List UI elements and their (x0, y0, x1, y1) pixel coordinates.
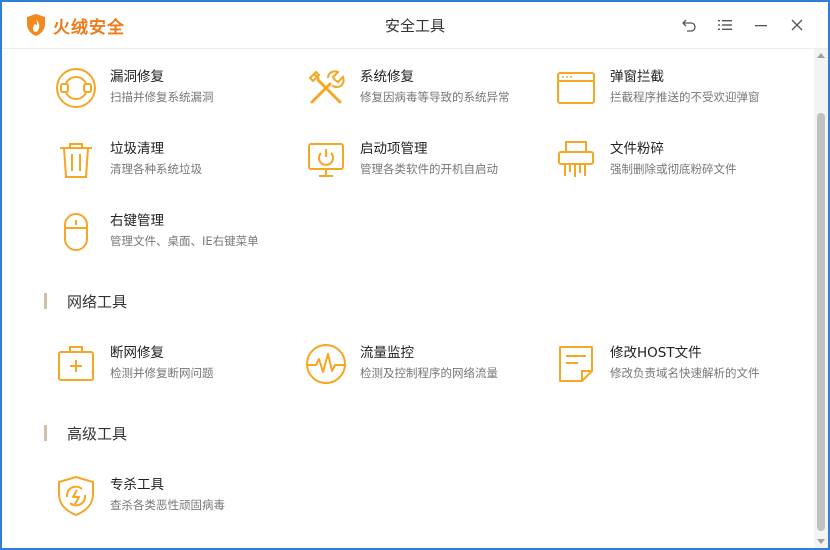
tool-description: 查杀各类恶性顽固病毒 (110, 498, 225, 512)
tool-name: 启动项管理 (360, 141, 428, 157)
tool-name: 系统修复 (360, 69, 414, 85)
popup-window-icon (557, 72, 595, 104)
tool-name: 修改HOST文件 (610, 345, 702, 361)
close-button[interactable] (787, 15, 807, 35)
vulnerability-icon (56, 68, 96, 108)
pulse-gauge-icon (306, 344, 346, 384)
tool-name: 流量监控 (360, 345, 414, 361)
tool-description: 拦截程序推送的不受欢迎弹窗 (610, 90, 760, 104)
tool-name: 右键管理 (110, 213, 164, 229)
tool-description: 修改负责域名快速解析的文件 (610, 366, 760, 380)
tool-description: 管理文件、桌面、IE右键菜单 (110, 234, 259, 248)
mouse-icon (64, 213, 88, 251)
monitor-power-icon (308, 143, 344, 177)
shield-bolt-icon (58, 476, 94, 516)
undo-arrow-icon (682, 19, 696, 32)
tool-name: 漏洞修复 (110, 69, 164, 85)
section-advanced-tools: 高级工具 (44, 424, 128, 443)
tool-description: 检测及控制程序的网络流量 (360, 366, 498, 380)
tool-description: 强制删除或彻底粉碎文件 (610, 162, 737, 176)
tool-name: 弹窗拦截 (610, 69, 664, 85)
scrollbar-thumb[interactable] (817, 113, 825, 531)
title-bar: 火绒安全 安全工具 (2, 2, 828, 49)
minimize-icon (755, 25, 767, 27)
trash-icon (60, 143, 92, 178)
tool-startup-management[interactable]: 启动项管理 管理各类软件的开机自启动 (304, 138, 544, 186)
tool-name: 专杀工具 (110, 477, 164, 493)
shredder-icon (558, 141, 594, 177)
window-title: 安全工具 (384, 17, 445, 35)
section-marker (44, 293, 47, 309)
list-menu-icon (718, 20, 732, 30)
back-button[interactable] (679, 15, 699, 35)
tool-traffic-monitor[interactable]: 流量监控 检测及控制程序的网络流量 (304, 342, 544, 390)
tool-popup-block[interactable]: 弹窗拦截 拦截程序推送的不受欢迎弹窗 (554, 66, 794, 114)
scroll-up-arrow-icon[interactable] (817, 53, 825, 58)
tool-edit-host-file[interactable]: 修改HOST文件 修改负责域名快速解析的文件 (554, 342, 794, 390)
tools-panel: 漏洞修复 扫描并修复系统漏洞 系统修复 修复因病毒等导致的系统异常 弹窗拦截 拦… (2, 49, 814, 548)
vertical-scrollbar[interactable] (814, 49, 828, 548)
section-title: 网络工具 (67, 292, 128, 311)
section-marker (44, 425, 47, 441)
section-network-tools: 网络工具 (44, 292, 128, 311)
tool-description: 修复因病毒等导致的系统异常 (360, 90, 510, 104)
minimize-button[interactable] (751, 15, 771, 35)
document-icon (559, 346, 593, 382)
tool-system-repair[interactable]: 系统修复 修复因病毒等导致的系统异常 (304, 66, 544, 114)
tool-special-virus-removal[interactable]: 专杀工具 查杀各类恶性顽固病毒 (54, 474, 294, 522)
tool-name: 垃圾清理 (110, 141, 164, 157)
tool-description: 清理各种系统垃圾 (110, 162, 202, 176)
first-aid-kit-icon (58, 346, 94, 381)
tool-name: 文件粉碎 (610, 141, 664, 157)
tool-vulnerability-repair[interactable]: 漏洞修复 扫描并修复系统漏洞 (54, 66, 294, 114)
tool-name: 断网修复 (110, 345, 164, 361)
wrench-tools-icon (308, 70, 345, 104)
app-window: 火绒安全 安全工具 漏洞修复 扫描并修复系统漏洞 系统修复 修复因病毒等导致的系… (2, 2, 828, 548)
close-icon (791, 19, 803, 31)
menu-button[interactable] (715, 15, 735, 35)
tool-description: 检测并修复断网问题 (110, 366, 214, 380)
section-title: 高级工具 (67, 424, 128, 443)
tool-description: 扫描并修复系统漏洞 (110, 90, 214, 104)
tool-junk-clean[interactable]: 垃圾清理 清理各种系统垃圾 (54, 138, 294, 186)
tool-network-repair[interactable]: 断网修复 检测并修复断网问题 (54, 342, 294, 390)
tool-file-shredder[interactable]: 文件粉碎 强制删除或彻底粉碎文件 (554, 138, 794, 186)
tool-context-menu[interactable]: 右键管理 管理文件、桌面、IE右键菜单 (54, 210, 294, 258)
tool-description: 管理各类软件的开机自启动 (360, 162, 498, 176)
scroll-down-arrow-icon[interactable] (817, 539, 825, 544)
